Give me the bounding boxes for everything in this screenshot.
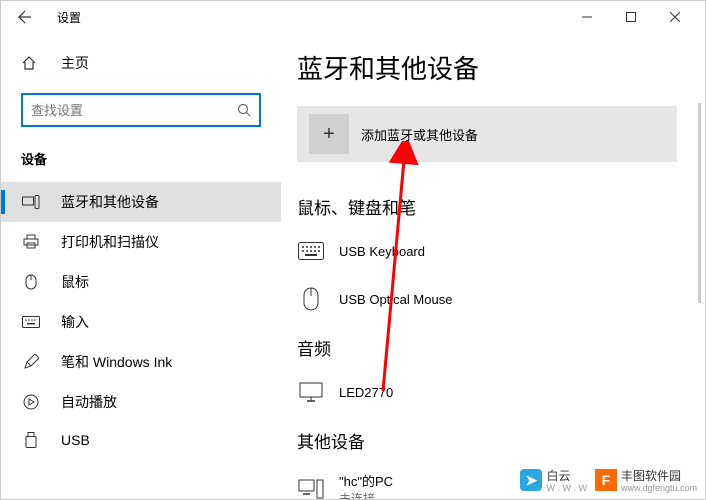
sidebar-section-title: 设备 (1, 143, 281, 182)
sidebar-item-bluetooth[interactable]: 蓝牙和其他设备 (1, 182, 281, 222)
sidebar-item-autoplay[interactable]: 自动播放 (1, 382, 281, 422)
plus-icon: + (309, 114, 349, 154)
pc-device-icon (297, 475, 325, 499)
mouse-device-icon (297, 285, 325, 313)
sidebar-item-typing[interactable]: 输入 (1, 302, 281, 342)
home-label: 主页 (61, 53, 89, 73)
sidebar-item-label: 输入 (61, 312, 89, 332)
add-device-button[interactable]: + 添加蓝牙或其他设备 (297, 106, 677, 162)
maximize-icon (626, 12, 636, 22)
sidebar-item-label: 打印机和扫描仪 (61, 232, 159, 252)
sidebar-item-label: 自动播放 (61, 392, 117, 412)
device-name: LED2770 (339, 385, 393, 400)
home-nav[interactable]: 主页 (1, 45, 281, 81)
device-row[interactable]: USB Optical Mouse (297, 279, 685, 327)
watermark-1: ➤ 白云 W . W . W (520, 467, 587, 493)
keyboard-icon (21, 316, 41, 328)
watermark-name: 丰图软件园 (621, 469, 681, 483)
sidebar: 主页 设备 蓝牙和其他设备 打印机和扫描仪 鼠标 输入 笔和 Windows I… (1, 33, 281, 499)
device-row[interactable]: USB Keyboard (297, 231, 685, 279)
sidebar-item-label: 鼠标 (61, 272, 89, 292)
device-status: 未连接 (339, 490, 393, 499)
group-title-audio: 音频 (297, 335, 685, 360)
pen-icon (21, 354, 41, 370)
devices-icon (21, 195, 41, 209)
minimize-button[interactable] (565, 1, 609, 33)
device-name: "hc"的PC (339, 471, 393, 490)
close-button[interactable] (653, 1, 697, 33)
sidebar-item-printers[interactable]: 打印机和扫描仪 (1, 222, 281, 262)
group-title-other: 其他设备 (297, 428, 685, 453)
autoplay-icon (21, 394, 41, 410)
watermark-url: www.dgfengtu.com (621, 484, 697, 493)
maximize-button[interactable] (609, 1, 653, 33)
add-device-label: 添加蓝牙或其他设备 (361, 125, 478, 144)
printer-icon (21, 234, 41, 250)
search-input[interactable] (31, 103, 237, 118)
back-arrow-icon (18, 10, 32, 24)
sidebar-item-label: USB (61, 432, 90, 448)
titlebar: 设置 (1, 1, 705, 33)
watermarks: ➤ 白云 W . W . W F 丰图软件园 www.dgfengtu.com (520, 467, 697, 493)
window-controls (565, 1, 697, 33)
device-row[interactable]: LED2770 (297, 372, 685, 420)
search-icon (237, 103, 251, 117)
page-title: 蓝牙和其他设备 (297, 49, 685, 86)
mouse-icon (21, 274, 41, 290)
search-box[interactable] (21, 93, 261, 127)
window-title: 设置 (57, 9, 81, 26)
sidebar-item-usb[interactable]: USB (1, 422, 281, 458)
group-title-mouse-keyboard: 鼠标、键盘和笔 (297, 194, 685, 219)
keyboard-device-icon (297, 237, 325, 265)
home-icon (21, 55, 41, 71)
monitor-device-icon (297, 378, 325, 406)
watermark-logo-icon: F (595, 469, 617, 491)
device-name: USB Keyboard (339, 244, 425, 259)
sidebar-item-pen[interactable]: 笔和 Windows Ink (1, 342, 281, 382)
sidebar-item-label: 笔和 Windows Ink (61, 352, 172, 372)
usb-icon (21, 432, 41, 448)
main-content: 蓝牙和其他设备 + 添加蓝牙或其他设备 鼠标、键盘和笔 USB Keyboard… (281, 33, 705, 499)
minimize-icon (582, 12, 592, 22)
device-name: USB Optical Mouse (339, 292, 452, 307)
close-icon (670, 12, 680, 22)
scrollbar[interactable] (698, 103, 701, 303)
watermark-url: W . W . W (546, 484, 587, 493)
watermark-name: 白云 (546, 469, 570, 483)
sidebar-item-mouse[interactable]: 鼠标 (1, 262, 281, 302)
sidebar-item-label: 蓝牙和其他设备 (61, 192, 159, 212)
back-button[interactable] (9, 1, 41, 33)
watermark-2: F 丰图软件园 www.dgfengtu.com (595, 467, 697, 493)
watermark-logo-icon: ➤ (520, 469, 542, 491)
